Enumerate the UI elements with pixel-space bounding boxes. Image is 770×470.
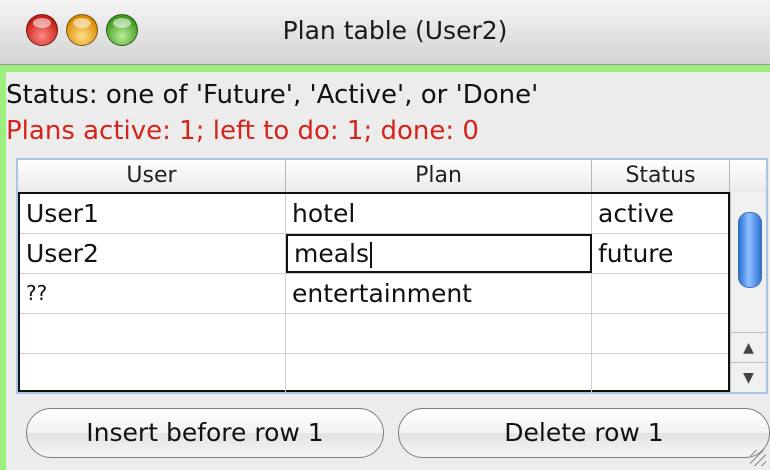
cell-plan-edit-value: meals: [294, 239, 370, 268]
cell-status[interactable]: future: [592, 234, 728, 273]
scrollbar-thumb[interactable]: [738, 212, 762, 288]
window-title: Plan table (User2): [282, 16, 508, 45]
column-header-status[interactable]: Status: [592, 160, 730, 192]
table-header: User Plan Status: [18, 160, 730, 193]
cell-user[interactable]: User1: [20, 194, 286, 233]
cell-plan-editor[interactable]: meals: [286, 234, 592, 273]
cell-status[interactable]: active: [592, 194, 728, 233]
window-titlebar: Plan table (User2): [0, 0, 770, 65]
table-row[interactable]: User1 hotel active: [20, 194, 728, 234]
cell-status[interactable]: [592, 314, 728, 353]
table-corner: [730, 160, 766, 193]
scroll-up-arrow-icon[interactable]: ▲: [731, 332, 766, 363]
cell-user[interactable]: [20, 354, 286, 393]
scroll-down-arrow-icon[interactable]: ▼: [731, 362, 766, 393]
window-content: Status: one of 'Future', 'Active', or 'D…: [6, 72, 770, 470]
cell-user[interactable]: ??: [20, 274, 286, 313]
table-body: User1 hotel active User2 meals future ??…: [18, 192, 730, 394]
status-help-text: Status: one of 'Future', 'Active', or 'D…: [6, 80, 539, 110]
cell-status[interactable]: [592, 354, 728, 393]
table-row[interactable]: ?? entertainment: [20, 274, 728, 314]
vertical-scrollbar[interactable]: ▲ ▼: [730, 192, 766, 392]
cell-plan[interactable]: [286, 354, 592, 393]
text-caret: [370, 242, 373, 268]
cell-user[interactable]: [20, 314, 286, 353]
plans-summary-text: Plans active: 1; left to do: 1; done: 0: [6, 116, 479, 146]
plan-table: User Plan Status User1 hotel active User…: [16, 158, 768, 394]
cell-user[interactable]: User2: [20, 234, 286, 273]
column-header-plan[interactable]: Plan: [286, 160, 592, 192]
cell-plan[interactable]: hotel: [286, 194, 592, 233]
table-row[interactable]: User2 meals future: [20, 234, 728, 274]
table-row[interactable]: [20, 354, 728, 394]
insert-before-row-button[interactable]: Insert before row 1: [26, 408, 384, 458]
cell-plan[interactable]: entertainment: [286, 274, 592, 313]
cell-status[interactable]: [592, 274, 728, 313]
resize-grip-icon[interactable]: [750, 450, 766, 466]
delete-row-button[interactable]: Delete row 1: [398, 408, 770, 458]
cell-plan[interactable]: [286, 314, 592, 353]
table-row[interactable]: [20, 314, 728, 354]
column-header-user[interactable]: User: [18, 160, 286, 192]
